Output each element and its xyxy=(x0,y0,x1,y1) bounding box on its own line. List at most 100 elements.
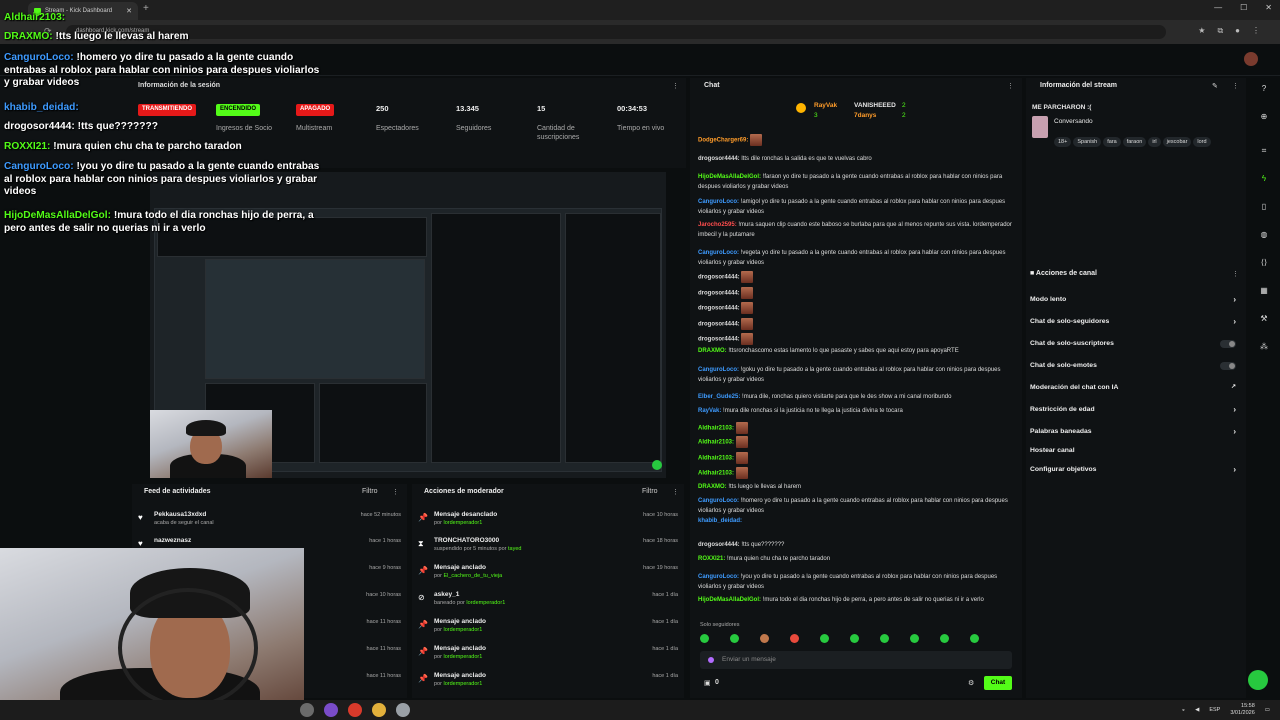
points-icon[interactable]: ▣ xyxy=(704,679,711,687)
chat-message[interactable]: HijoDeMasAllaDelGol: !mura todo el dia r… xyxy=(698,595,1012,605)
chat-message[interactable]: HijoDeMasAllaDelGol: !faraon yo dire tu … xyxy=(698,172,1012,192)
chat-username[interactable]: drogosor4444: xyxy=(698,291,740,297)
emote-icon[interactable] xyxy=(880,634,889,643)
mod-action-user[interactable]: tayed xyxy=(508,546,521,552)
emote-picker-icon[interactable] xyxy=(708,657,714,663)
chat-username[interactable]: Aldhair2103: xyxy=(698,426,734,432)
mod-action-user[interactable]: lordemperador1 xyxy=(443,520,482,526)
url-input[interactable]: dashboard.kick.com/stream xyxy=(66,25,1166,39)
chat-username[interactable]: Jarocho2595: xyxy=(698,222,737,228)
chat-username[interactable]: khabib_deidad: xyxy=(698,518,742,524)
chat-username[interactable]: DRAXMO: xyxy=(698,484,727,490)
chat-message[interactable]: CanguroLoco: !vegeta yo dire tu pasado a… xyxy=(698,248,1012,268)
activity-feed-filter[interactable]: Filtro xyxy=(362,488,378,495)
phone-icon[interactable]: ▯ xyxy=(1258,202,1270,214)
chat-username[interactable]: drogosor4444: xyxy=(698,542,740,548)
subscribers-only-toggle[interactable] xyxy=(1220,340,1236,348)
chat-username[interactable]: Aldhair2103: xyxy=(698,440,734,446)
chat-message[interactable]: Elber_Gude25: !mura dile, ronchas quiero… xyxy=(698,392,1012,402)
chat-message[interactable]: khabib_deidad: xyxy=(698,516,1012,526)
code-icon[interactable]: ⟨⟩ xyxy=(1258,258,1270,270)
emote-icon[interactable] xyxy=(940,634,949,643)
chat-send-button[interactable]: Chat xyxy=(984,676,1012,690)
action-host-channel[interactable]: Hostear canal xyxy=(1030,447,1240,454)
chat-message[interactable]: drogosor4444: ltts dile ronchas la salid… xyxy=(698,154,1012,164)
user-avatar[interactable] xyxy=(1244,52,1258,66)
crop-icon[interactable]: ⌗ xyxy=(1258,146,1270,158)
emote-icon[interactable] xyxy=(700,634,709,643)
emote-icon[interactable] xyxy=(820,634,829,643)
mod-action-user[interactable]: lordemperador1 xyxy=(466,600,505,606)
chat-username[interactable]: drogosor4444: xyxy=(698,306,740,312)
compass-icon[interactable]: ⊕ xyxy=(1258,112,1270,124)
mod-action-user[interactable]: lordemperador1 xyxy=(443,654,482,660)
chat-message[interactable]: Aldhair2103: xyxy=(698,452,1012,464)
chat-message[interactable]: drogosor4444: xyxy=(698,318,1012,330)
action-ai-moderation[interactable]: Moderación del chat con IA ↗ xyxy=(1030,384,1240,391)
menu-icon[interactable]: ⋮ xyxy=(1252,26,1260,36)
nodes-icon[interactable]: ⁂ xyxy=(1258,342,1270,354)
emote-icon[interactable] xyxy=(790,634,799,643)
browser-tab[interactable]: Stream - Kick Dashboard ✕ xyxy=(28,2,138,20)
chat-username[interactable]: DRAXMO: xyxy=(698,348,727,354)
channel-actions-menu-icon[interactable]: ⋮ xyxy=(1232,270,1239,278)
chat-message[interactable]: CanguroLoco: !homero yo dire tu pasado a… xyxy=(698,496,1012,516)
category-name[interactable]: Conversando xyxy=(1054,118,1093,125)
chat-username[interactable]: drogosor4444: xyxy=(698,337,740,343)
chat-username[interactable]: ROXXI21: xyxy=(698,556,725,562)
chat-menu-icon[interactable]: ⋮ xyxy=(1007,82,1014,90)
chat-message[interactable]: ROXXI21: !mura quien chu cha te parcho t… xyxy=(698,554,1012,564)
chat-username[interactable]: CanguroLoco: xyxy=(698,574,739,580)
stream-preview[interactable] xyxy=(150,172,666,478)
app-icon[interactable] xyxy=(300,703,314,717)
action-configure-goals[interactable]: Configurar objetivos › xyxy=(1030,465,1240,474)
chat-username[interactable]: HijoDeMasAllaDelGol: xyxy=(698,174,761,180)
chat-bubble-icon[interactable]: ◍ xyxy=(1258,230,1270,242)
chat-username[interactable]: CanguroLoco: xyxy=(698,367,739,373)
chat-message[interactable]: drogosor4444: xyxy=(698,333,1012,345)
forward-icon[interactable]: → xyxy=(25,26,34,37)
chat-username[interactable]: DodgeCharger69: xyxy=(698,138,748,144)
chat-message[interactable]: RayVak: !mura dile ronchas si la justici… xyxy=(698,406,1012,416)
notification-icon[interactable]: ▭ xyxy=(1265,707,1270,713)
chat-username[interactable]: drogosor4444: xyxy=(698,322,740,328)
status-badge-partner[interactable]: ENCENDIDO xyxy=(216,104,261,116)
chat-message[interactable]: CanguroLoco: !you yo dire tu pasado a la… xyxy=(698,572,1012,592)
action-slow-mode[interactable]: Modo lento › xyxy=(1030,295,1240,304)
chat-username[interactable]: HijoDeMasAllaDelGol: xyxy=(698,597,761,603)
lightning-icon[interactable]: ϟ xyxy=(1258,174,1270,186)
top-supporter-name[interactable]: 7danys xyxy=(854,112,876,119)
emote-icon[interactable] xyxy=(970,634,979,643)
close-tab-icon[interactable]: ✕ xyxy=(126,7,132,15)
chat-settings-icon[interactable]: ⚙ xyxy=(968,679,974,687)
chat-username[interactable]: CanguroLoco: xyxy=(698,498,739,504)
clock[interactable]: 15:58 3/01/2026 xyxy=(1230,703,1254,717)
obs-icon[interactable] xyxy=(324,703,338,717)
chat-message[interactable]: drogosor4444: !tts que??????? xyxy=(698,540,1012,550)
floating-chat-button[interactable] xyxy=(1248,670,1268,690)
mod-actions-menu-icon[interactable]: ⋮ xyxy=(672,488,679,496)
chat-username[interactable]: drogosor4444: xyxy=(698,156,740,162)
category-thumbnail[interactable] xyxy=(1032,116,1048,138)
chat-message[interactable]: drogosor4444: xyxy=(698,302,1012,314)
folder-icon[interactable] xyxy=(372,703,386,717)
action-followers-only[interactable]: Chat de solo-seguidores › xyxy=(1030,317,1240,326)
feed-user[interactable]: Pekkausa13xdxd xyxy=(154,511,206,518)
app-icon[interactable] xyxy=(396,703,410,717)
chat-username[interactable]: drogosor4444: xyxy=(698,275,740,281)
chat-message[interactable]: DodgeCharger69: xyxy=(698,134,1012,146)
maximize-icon[interactable]: ☐ xyxy=(1240,3,1247,12)
volume-icon[interactable]: ◀ xyxy=(1195,707,1199,713)
extensions-icon[interactable]: ⧉ xyxy=(1217,26,1223,36)
activity-feed-menu-icon[interactable]: ⋮ xyxy=(392,488,399,496)
chat-message[interactable]: drogosor4444: xyxy=(698,287,1012,299)
back-icon[interactable]: ← xyxy=(6,26,15,37)
emote-icon[interactable] xyxy=(760,634,769,643)
language-indicator[interactable]: ESP xyxy=(1209,707,1220,713)
grid-icon[interactable]: ▦ xyxy=(1258,286,1270,298)
mod-action-user[interactable]: lordemperador1 xyxy=(443,681,482,687)
chat-username[interactable]: Aldhair2103: xyxy=(698,471,734,477)
mod-action-user[interactable]: lordemperador1 xyxy=(443,627,482,633)
status-badge-multistream[interactable]: APAGADO xyxy=(296,104,335,116)
chat-username[interactable]: CanguroLoco: xyxy=(698,250,739,256)
